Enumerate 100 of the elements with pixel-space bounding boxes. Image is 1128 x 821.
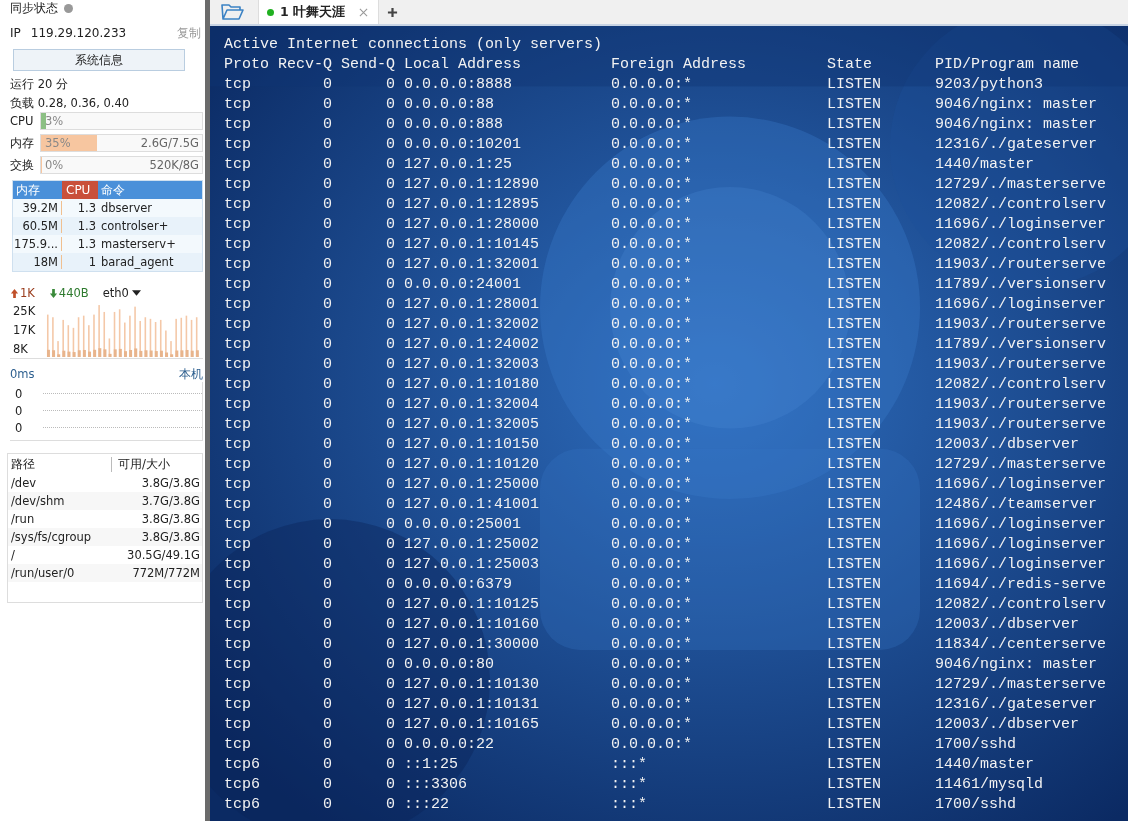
terminal-cell-text: 0 — [322, 175, 332, 195]
terminal-cell-text: 0.0.0.0:25001 — [404, 515, 523, 535]
add-tab-icon[interactable] — [387, 6, 399, 18]
terminal-cell-text: 0 — [322, 575, 332, 595]
terminal-cell-text: 0 — [385, 635, 395, 655]
terminal-cell: 1440/master — [935, 155, 1035, 175]
terminal-cell-text: 0 — [322, 475, 332, 495]
terminal-cell-text: 0.0.0.0:* — [611, 715, 694, 735]
terminal-cell-text: 0.0.0.0:* — [611, 555, 694, 575]
table-cell-text: 3.8G/3.8G — [140, 530, 201, 544]
column-header[interactable]: 内存 — [13, 181, 62, 199]
terminal-cell-text: LISTEN — [827, 295, 883, 315]
terminal-cell-text: tcp6 — [224, 755, 261, 775]
terminal-cell-text: LISTEN — [827, 175, 883, 195]
terminal-cell-text: 0 — [322, 635, 332, 655]
terminal-cell-text: 0.0.0.0:* — [611, 335, 694, 355]
column-header: Proto — [224, 55, 270, 75]
terminal-cell-text: 0 — [385, 675, 395, 695]
terminal-cell-text: 0 — [385, 255, 395, 275]
terminal-cell-text: LISTEN — [827, 215, 883, 235]
terminal-cell-text: 127.0.0.1:10160 — [404, 615, 541, 635]
terminal-cell-text: tcp — [224, 515, 252, 535]
terminal-cell: 9203/python3 — [935, 75, 1044, 95]
terminal-cell-text: 0.0.0.0:* — [611, 515, 694, 535]
axis-label: 17K — [13, 323, 37, 337]
terminal-cell-text: tcp — [224, 95, 252, 115]
terminal-cell: 11696/./loginserver — [935, 515, 1107, 535]
terminal-cell-text: 0 — [385, 415, 395, 435]
terminal-cell-text: LISTEN — [827, 315, 883, 335]
terminal-cell-text: tcp — [224, 395, 252, 415]
terminal-cell: 11903/./routerserve — [935, 255, 1107, 275]
terminal-cell-text: LISTEN — [827, 355, 883, 375]
table-cell: 18M — [13, 255, 62, 269]
terminal-line: Active Internet connections (only servers) — [224, 35, 604, 55]
terminal-cell-text: 0.0.0.0:* — [611, 295, 694, 315]
terminal-cell-text: LISTEN — [827, 75, 883, 95]
sync-label: 同步状态 — [10, 0, 58, 17]
terminal-cell-text: 127.0.0.1:32002 — [404, 315, 541, 335]
terminal-cell-text: 0 — [322, 195, 332, 215]
terminal-cell-text: 0.0.0.0:* — [611, 135, 694, 155]
terminal-cell-text: 0 — [322, 375, 332, 395]
terminal-cell-text: 0.0.0.0:* — [611, 215, 694, 235]
terminal-cell-text: 127.0.0.1:32005 — [404, 415, 541, 435]
terminal-cell-text: 127.0.0.1:12895 — [404, 195, 541, 215]
terminal-cell-text: 127.0.0.1:25000 — [404, 475, 541, 495]
terminal-cell: 11903/./routerserve — [935, 355, 1107, 375]
terminal-cell: 9046/nginx: master — [935, 115, 1098, 135]
close-icon[interactable] — [359, 7, 369, 17]
table-cell-text: 3.8G/3.8G — [140, 512, 201, 526]
copy-link[interactable]: 复制 — [177, 24, 201, 42]
dropdown-caret-icon[interactable] — [131, 290, 141, 296]
column-header: PID/Program name — [935, 55, 1080, 75]
terminal-cell-text: 0.0.0.0:8888 — [404, 75, 514, 95]
terminal-cell-text: tcp — [224, 295, 252, 315]
terminal-cell-text: 0 — [385, 75, 395, 95]
folder-icon[interactable] — [220, 2, 244, 22]
terminal-cell-text: 0.0.0.0:* — [611, 435, 694, 455]
terminal-cell-text: LISTEN — [827, 655, 883, 675]
terminal-cell-text: 0 — [385, 435, 395, 455]
column-header[interactable]: CPU — [62, 181, 98, 199]
terminal-cell: 1440/master — [935, 755, 1035, 775]
terminal-cell-text: LISTEN — [827, 635, 883, 655]
interface-dropdown[interactable]: eth0 — [102, 286, 129, 300]
terminal-cell: 9046/nginx: master — [935, 655, 1098, 675]
terminal-cell-text: tcp — [224, 415, 252, 435]
terminal-cell-text: 0 — [322, 515, 332, 535]
table-cell-text: 3.7G/3.8G — [140, 494, 201, 508]
terminal-cell-text: tcp — [224, 535, 252, 555]
terminal-cell: 12486/./teamserver — [935, 495, 1098, 515]
terminal-cell-text: LISTEN — [827, 615, 883, 635]
terminal-cell-text: 0 — [322, 135, 332, 155]
terminal-cell-text: 0 — [385, 595, 395, 615]
terminal-cell: 11696/./loginserver — [935, 215, 1107, 235]
terminal-cell-text: 127.0.0.1:25 — [404, 155, 514, 175]
terminal-cell: 12082/./controlserv — [935, 375, 1107, 395]
terminal-cell-text: LISTEN — [827, 375, 883, 395]
ip-label: IP — [10, 26, 21, 40]
table-cell-text: 772M/772M — [131, 566, 201, 580]
terminal-cell-text: LISTEN — [827, 435, 883, 455]
terminal-cell-text: 0 — [322, 415, 332, 435]
terminal-cell-text: LISTEN — [827, 735, 883, 755]
terminal-cell-text: tcp — [224, 235, 252, 255]
terminal-cell-text: 0.0.0.0:* — [611, 75, 694, 95]
table-cell-text: 30.5G/49.1G — [126, 548, 201, 562]
terminal-cell-text: tcp — [224, 735, 252, 755]
axis-label: 8K — [13, 341, 29, 356]
terminal-cell-text: 0 — [385, 495, 395, 515]
terminal-cell-text: LISTEN — [827, 555, 883, 575]
terminal-cell-text: 0.0.0.0:* — [611, 175, 694, 195]
terminal-cell-text: :::* — [611, 775, 649, 795]
session-tab[interactable]: 1 叶舞天涯 — [258, 0, 380, 24]
terminal-cell-text: 127.0.0.1:10130 — [404, 675, 541, 695]
terminal-cell-text: LISTEN — [827, 535, 883, 555]
system-info-button[interactable]: 系统信息 — [13, 49, 185, 71]
terminal-cell: 12316/./gateserver — [935, 135, 1098, 155]
terminal-cell-text: LISTEN — [827, 275, 883, 295]
column-header[interactable]: 命令 — [98, 181, 202, 199]
terminal-cell-text: 0 — [322, 335, 332, 355]
terminal-cell-text: tcp — [224, 675, 252, 695]
terminal-cell-text: 0 — [322, 395, 332, 415]
